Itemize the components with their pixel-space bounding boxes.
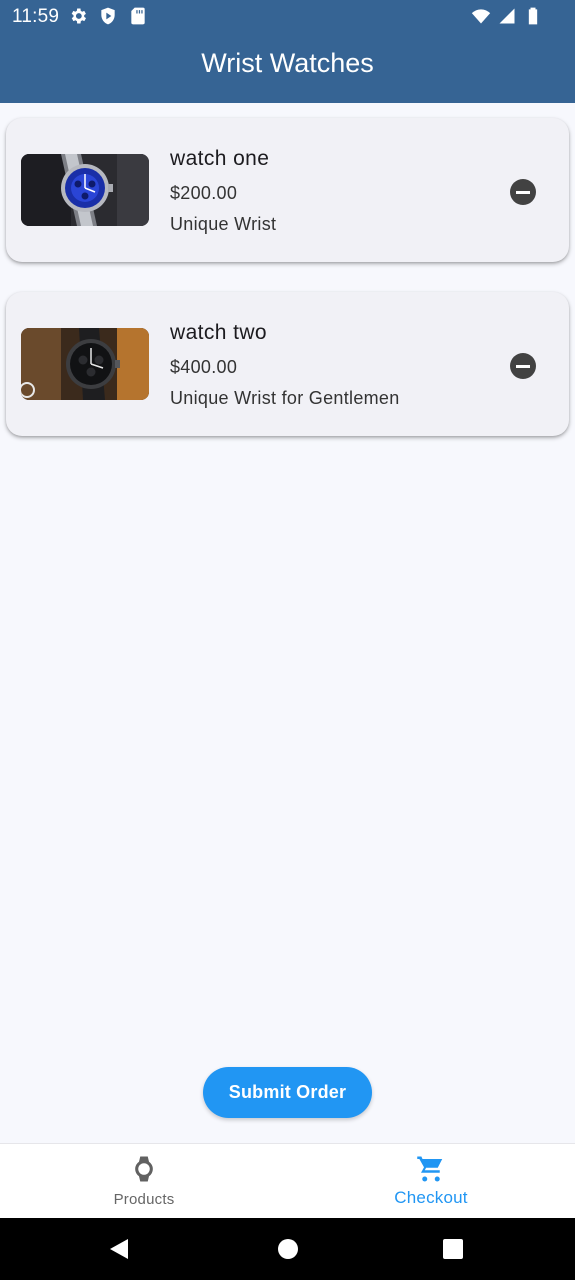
submit-order-button[interactable]: Submit Order: [203, 1067, 372, 1118]
status-icons-left: [68, 6, 148, 26]
status-time: 11:59: [12, 6, 60, 27]
cart-item-price: $200.00: [170, 183, 238, 203]
recents-icon[interactable]: [442, 1238, 464, 1260]
nav-label-checkout: Checkout: [394, 1188, 468, 1207]
battery-icon: [523, 6, 543, 26]
remove-item-button[interactable]: [503, 346, 543, 386]
system-navigation-bar: [0, 1218, 575, 1280]
cart-item-name: watch two: [170, 321, 267, 344]
sd-card-icon: [128, 6, 148, 26]
cart-item-description: Unique Wrist for Gentlemen: [170, 388, 400, 408]
wifi-icon: [471, 6, 491, 26]
page-title: Wrist Watches: [201, 48, 374, 78]
app-bar: Wrist Watches: [0, 32, 575, 103]
nav-item-products[interactable]: Products: [0, 1144, 288, 1219]
bottom-navigation: Products Checkout: [0, 1143, 575, 1218]
back-icon[interactable]: [108, 1238, 130, 1260]
watch-icon: [129, 1154, 159, 1184]
nav-item-checkout[interactable]: Checkout: [287, 1144, 575, 1219]
cart-item-card: watch one $200.00 Unique Wrist: [6, 118, 569, 262]
remove-circle-icon: [510, 179, 536, 205]
remove-circle-icon: [510, 353, 536, 379]
cart-item-description: Unique Wrist: [170, 214, 277, 234]
watch-image: [21, 328, 149, 400]
remove-item-button[interactable]: [503, 172, 543, 212]
watch-image: [21, 154, 149, 226]
settings-icon: [68, 6, 88, 26]
status-bar: 11:59: [0, 0, 575, 32]
cellular-signal-icon: [497, 6, 517, 26]
cart-item-name: watch one: [170, 147, 270, 170]
cart-item-card: watch two $400.00 Unique Wrist for Gentl…: [6, 292, 569, 436]
home-icon[interactable]: [277, 1238, 299, 1260]
status-icons-right: [471, 6, 543, 26]
shopping-cart-icon: [416, 1154, 446, 1184]
shield-icon: [98, 6, 118, 26]
cart-item-price: $400.00: [170, 357, 238, 377]
nav-label-products: Products: [113, 1191, 175, 1208]
